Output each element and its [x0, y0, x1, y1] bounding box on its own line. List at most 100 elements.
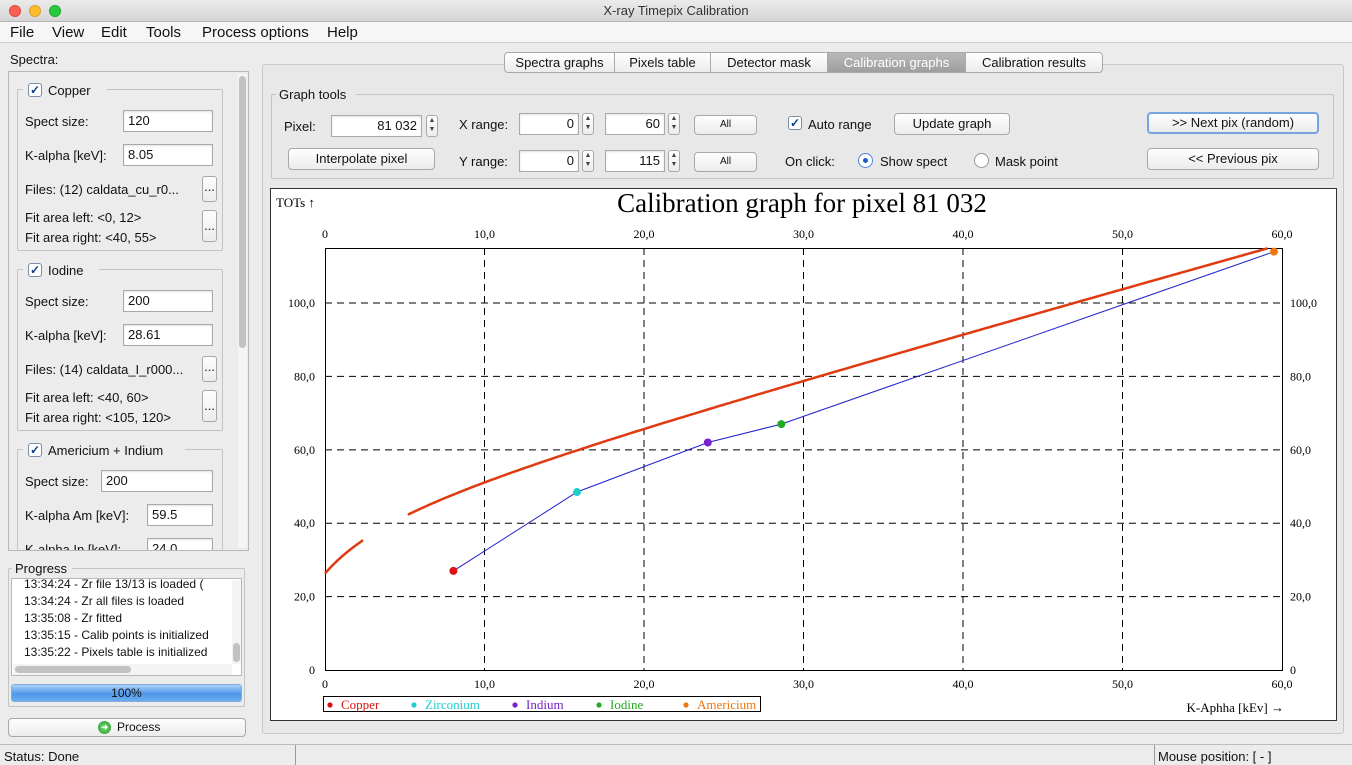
previous-pixel-button[interactable]: << Previous pix	[1147, 148, 1319, 170]
iodine-browse-button[interactable]: ...	[202, 356, 217, 382]
tab-calibration-graphs[interactable]: Calibration graphs	[827, 52, 966, 73]
x-tick-label-bottom: 60,0	[1272, 677, 1293, 691]
menu-view[interactable]: View	[52, 24, 84, 41]
legend-marker-indium	[512, 702, 518, 708]
x-tick-label-top: 30,0	[793, 227, 814, 241]
y-tick-label-right: 0	[1290, 663, 1296, 677]
x-tick-label-top: 20,0	[634, 227, 655, 241]
amin-kalpha-in-field[interactable]: 24.0	[147, 538, 213, 550]
spectra-scrollbar[interactable]	[238, 74, 247, 548]
iodine-spect-size-field[interactable]: 200	[123, 290, 213, 312]
calibration-point-indium	[703, 438, 712, 447]
auto-range-checkbox[interactable]: ✓	[788, 116, 802, 130]
menu-help[interactable]: Help	[327, 24, 358, 41]
iodine-files-label: Files: (14) caldata_I_r000...	[25, 362, 184, 377]
amin-kalpha-am-label: K-alpha Am [keV]:	[25, 508, 130, 523]
y-min-stepper[interactable]: ▲ ▼	[582, 150, 594, 172]
y-max-field[interactable]: 115	[605, 150, 665, 172]
menu-process-options[interactable]: Process options	[202, 24, 309, 41]
tab-spectra-graphs[interactable]: Spectra graphs	[504, 52, 615, 73]
menu-file[interactable]: File	[10, 24, 34, 41]
calibration-point-americium	[1270, 247, 1279, 256]
copper-spect-size-field[interactable]: 120	[123, 110, 213, 132]
iodine-fit-left: Fit area left: <40, 60>	[25, 390, 149, 405]
y-tick-label-right: 20,0	[1290, 590, 1311, 604]
interpolate-pixel-button[interactable]: Interpolate pixel	[288, 148, 435, 170]
progress-percent: 100%	[111, 686, 142, 700]
amin-spect-size-field[interactable]: 200	[101, 470, 213, 492]
update-graph-button[interactable]: Update graph	[894, 113, 1010, 135]
calibration-point-copper	[449, 566, 458, 575]
process-button[interactable]: ➜ Process	[8, 718, 246, 737]
spectra-scroll-thumb[interactable]	[239, 76, 246, 348]
x-max-stepper[interactable]: ▲ ▼	[668, 113, 680, 135]
mask-point-radio[interactable]	[974, 153, 989, 168]
copper-kalpha-field[interactable]: 8.05	[123, 144, 213, 166]
progress-log-line: 13:35:22 - Pixels table is initialized	[24, 645, 208, 659]
tab-detector-mask[interactable]: Detector mask	[710, 52, 828, 73]
status-bar: Status: Done Mouse position: [ - ]	[0, 744, 1352, 765]
y-min-field[interactable]: 0	[519, 150, 579, 172]
progress-log-vscroll-thumb[interactable]	[233, 643, 240, 662]
y-tick-label-right: 100,0	[1290, 296, 1317, 310]
y-tick-label-left: 100,0	[288, 296, 315, 310]
legend-label-indium: Indium	[526, 697, 564, 712]
progress-log-hscrollbar[interactable]	[13, 664, 232, 675]
iodine-kalpha-field[interactable]: 28.61	[123, 324, 213, 346]
pixel-stepper[interactable]: ▲ ▼	[426, 115, 438, 137]
legend-label-americium: Americium	[697, 697, 756, 712]
x-min-stepper[interactable]: ▲ ▼	[582, 113, 594, 135]
close-window-icon[interactable]	[9, 5, 21, 17]
y-max-stepper[interactable]: ▲ ▼	[668, 150, 680, 172]
progress-log-hscroll-thumb[interactable]	[15, 666, 131, 673]
iodine-fit-right: Fit area right: <105, 120>	[25, 410, 171, 425]
y-tick-label-left: 40,0	[294, 516, 315, 530]
minimize-window-icon[interactable]	[29, 5, 41, 17]
window-title-bar: X-ray Timepix Calibration	[0, 0, 1352, 22]
progress-log-vscrollbar[interactable]	[232, 580, 241, 664]
y-range-all-button[interactable]: All	[694, 152, 757, 172]
y-tick-label-left: 0	[309, 663, 315, 677]
menu-edit[interactable]: Edit	[101, 24, 127, 41]
x-tick-label-bottom: 20,0	[634, 677, 655, 691]
next-pixel-button[interactable]: >> Next pix (random)	[1147, 112, 1319, 134]
calibration-chart[interactable]: Calibration graph for pixel 81 032 TOTs …	[270, 188, 1337, 721]
copper-fit-right: Fit area right: <40, 55>	[25, 230, 157, 245]
copper-browse-button[interactable]: ...	[202, 176, 217, 202]
x-min-field[interactable]: 0	[519, 113, 579, 135]
amin-spect-size-label: Spect size:	[25, 474, 89, 489]
x-range-label: X range:	[459, 117, 509, 132]
copper-fit-area-button[interactable]: ...	[202, 210, 217, 242]
copper-spect-size-label: Spect size:	[25, 114, 89, 129]
iodine-fit-area-button[interactable]: ...	[202, 390, 217, 422]
show-spect-radio[interactable]	[858, 153, 873, 168]
progress-bar: 100%	[11, 684, 242, 702]
legend-marker-iodine	[596, 702, 602, 708]
pixel-label: Pixel:	[284, 119, 316, 134]
mask-point-label: Mask point	[995, 154, 1058, 169]
tab-pixels-table[interactable]: Pixels table	[614, 52, 711, 73]
progress-log-line: 13:35:15 - Calib points is initialized	[24, 628, 209, 642]
y-tick-label-right: 80,0	[1290, 369, 1311, 383]
x-tick-label-top: 10,0	[474, 227, 495, 241]
process-button-label: Process	[117, 720, 161, 734]
x-tick-label-bottom: 30,0	[793, 677, 814, 691]
copper-title: Copper	[48, 83, 91, 98]
progress-log: 13:34:24 - Zr file 13/13 is loaded ( 13:…	[11, 578, 242, 676]
legend-marker-copper	[327, 702, 333, 708]
tab-calibration-results[interactable]: Calibration results	[965, 52, 1103, 73]
menu-tools[interactable]: Tools	[146, 24, 181, 41]
progress-log-line: 13:35:08 - Zr fitted	[24, 611, 123, 625]
iodine-checkbox[interactable]: ✓	[28, 263, 42, 277]
spectra-panel: ✓ Copper Spect size: 120 K-alpha [keV]: …	[8, 71, 249, 551]
copper-checkbox[interactable]: ✓	[28, 83, 42, 97]
amin-kalpha-am-field[interactable]: 59.5	[147, 504, 213, 526]
zoom-window-icon[interactable]	[49, 5, 61, 17]
mouse-position: Mouse position: [ - ]	[1158, 749, 1272, 764]
x-tick-label-bottom: 40,0	[953, 677, 974, 691]
chart-x-axis-label: K-Aphha [kEv] →	[1187, 700, 1284, 715]
x-max-field[interactable]: 60	[605, 113, 665, 135]
pixel-field[interactable]: 81 032	[331, 115, 422, 137]
americium-indium-checkbox[interactable]: ✓	[28, 443, 42, 457]
x-range-all-button[interactable]: All	[694, 115, 757, 135]
